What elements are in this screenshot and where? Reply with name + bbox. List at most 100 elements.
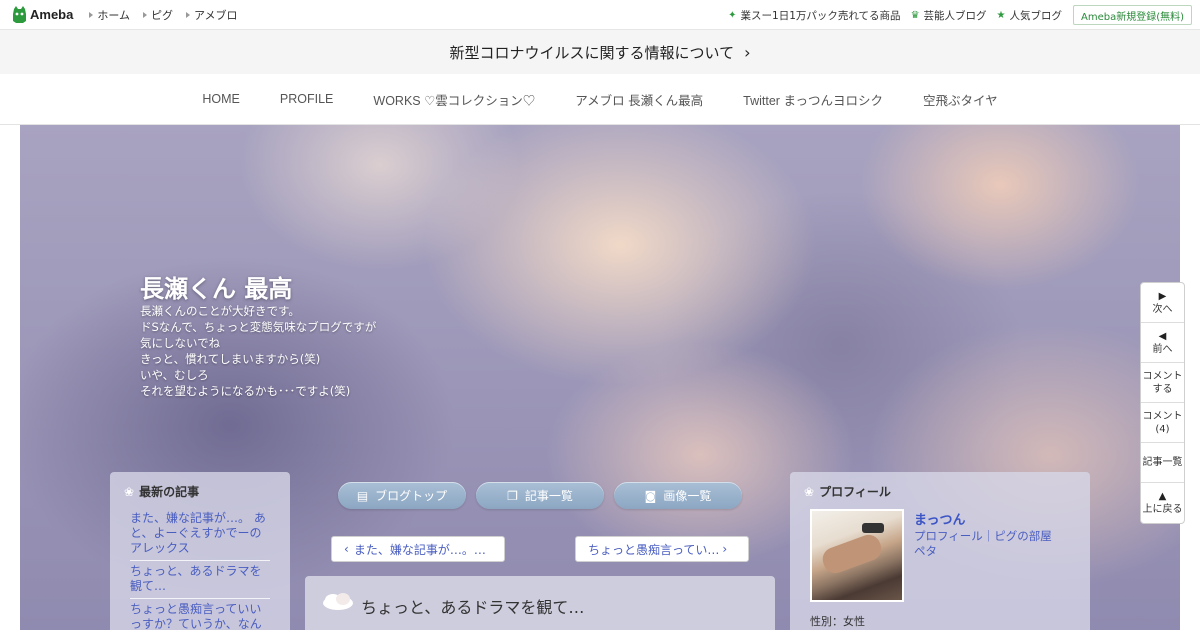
profile-name[interactable]: まっつん [914, 509, 965, 528]
nav-ameblo[interactable]: アメブロ 長瀬くん最高 [575, 90, 703, 109]
notice-text: 新型コロナウイルスに関する情報について [449, 43, 735, 62]
flower-icon: ❀ [124, 484, 135, 499]
profile-gender: 性別：女性 [810, 615, 865, 628]
blog-title[interactable]: 長瀬くん 最高 [140, 269, 292, 304]
prev-article-button[interactable]: ‹ また、嫌な記事が…。… [331, 536, 505, 562]
article-list-button[interactable]: 記事一覧 [1141, 443, 1184, 483]
tab-label: ブログトップ [375, 489, 448, 503]
document-icon: ▤ [356, 488, 369, 503]
chevron-left-icon: ‹ [344, 542, 349, 556]
cloud-icon [323, 593, 353, 610]
prev-post-button[interactable]: ◀ 前へ [1141, 323, 1184, 363]
blog-description: 長瀬くんのことが大好きです。 ドSなんで、ちょっと変態気味なブログですが 気にし… [140, 303, 376, 399]
top-nav-ameblo[interactable]: アメブロ [186, 7, 237, 23]
arrow-right-icon [89, 11, 94, 18]
tab-image-list[interactable]: ◙ 画像一覧 [614, 482, 742, 509]
avatar-photo-detail [819, 531, 885, 577]
chevron-right-icon: › [722, 542, 728, 556]
description-line: いや、むしろ [140, 368, 209, 382]
copy-icon: ❐ [507, 488, 518, 503]
tab-label: 画像一覧 [663, 489, 712, 503]
recent-post-item[interactable]: ちょっと愚痴言っていいっすか？ていうか、なん [130, 599, 270, 630]
top-link-label: 業スー1日1万パック売れてる商品 [740, 9, 901, 22]
play-left-icon: ◀ [1158, 330, 1167, 342]
next-post-button[interactable]: ▶ 次へ [1141, 283, 1184, 323]
blog-tabs: ▤ ブログトップ ❐ 記事一覧 ◙ 画像一覧 [338, 482, 752, 509]
profile-link[interactable]: プロフィール｜ピグの部屋 [914, 529, 1064, 544]
side-nav-label: 上に戻る [1142, 504, 1183, 515]
description-line: 長瀬くんのことが大好きです。 [140, 304, 300, 318]
article-title[interactable]: ちょっと、あるドラマを観て… [361, 594, 584, 618]
back-to-top-button[interactable]: ▲ 上に戻る [1141, 483, 1184, 523]
side-nav-label: 次へ [1152, 303, 1173, 315]
panel-heading-label: 最新の記事 [139, 485, 200, 499]
tab-article-list[interactable]: ❐ 記事一覧 [476, 482, 604, 509]
top-link-label: 人気ブログ [1009, 9, 1063, 22]
profile-avatar[interactable] [810, 509, 904, 602]
profile-panel: ❀ プロフィール まっつん プロフィール｜ピグの部屋 ペタ 性別：女性 [790, 472, 1090, 630]
side-nav-label: 前へ [1152, 343, 1173, 355]
floating-side-nav: ▶ 次へ ◀ 前へ コメント する コメント (4) 記事一覧 ▲ 上に戻る [1140, 282, 1185, 524]
top-nav-pigg[interactable]: ピグ [143, 7, 173, 23]
nav-works[interactable]: WORKS ♡雲コレクション♡ [373, 90, 535, 109]
side-nav-label: 記事一覧 [1142, 457, 1183, 468]
avatar-photo-detail [862, 523, 884, 533]
flower-icon: ❀ [804, 484, 815, 499]
top-nav-home[interactable]: ホーム [89, 7, 130, 23]
hero-edge [0, 125, 20, 630]
nav-profile[interactable]: PROFILE [280, 92, 334, 106]
top-nav-label: ホーム [97, 8, 131, 22]
chevron-right-icon: › [744, 42, 751, 62]
description-line: ドSなんで、ちょっと変態気味なブログですが [140, 320, 377, 334]
top-link-celebrity[interactable]: ♛ 芸能人ブログ [911, 8, 987, 23]
top-nav-label: ピグ [151, 8, 174, 22]
logo-text: Ameba [30, 7, 74, 22]
side-nav-label: コメント する [1142, 370, 1183, 395]
top-bar: Ameba ホーム ピグ アメブロ ✦ 業スー1日1万パック売れてる商品 ♛ 芸能人… [0, 0, 1200, 30]
nav-twitter[interactable]: Twitter まっつんヨロシク [743, 90, 883, 109]
covid-notice-link[interactable]: 新型コロナウイルスに関する情報について › [0, 30, 1200, 74]
top-nav-label: アメブロ [194, 8, 238, 22]
nav-home[interactable]: HOME [202, 92, 240, 106]
play-right-icon: ▶ [1158, 290, 1167, 302]
side-nav-label: コメント (4) [1142, 410, 1183, 435]
top-link-gyomu[interactable]: ✦ 業スー1日1万パック売れてる商品 [728, 8, 900, 23]
profile-links: プロフィール｜ピグの部屋 ペタ [914, 529, 1064, 559]
recent-posts-list: また、嫌な記事が…。 あと、よーぐえすかでーのアレックス ちょっと、あるドラマを… [130, 508, 270, 630]
article-card: ちょっと、あるドラマを観て… [305, 576, 775, 630]
comments-button[interactable]: コメント (4) [1141, 403, 1184, 443]
write-comment-button[interactable]: コメント する [1141, 363, 1184, 403]
main-nav: HOME PROFILE WORKS ♡雲コレクション♡ アメブロ 長瀬くん最高… [0, 74, 1200, 125]
description-line: 気にしないでね [140, 336, 221, 350]
next-article-button[interactable]: ちょっと愚痴言ってい… › [575, 536, 749, 562]
ameba-logo-icon [13, 6, 26, 23]
arrow-right-icon [143, 11, 148, 18]
peta-link[interactable]: ペタ [914, 544, 1064, 559]
recent-posts-heading: ❀ 最新の記事 [110, 472, 290, 500]
avatar-photo [812, 511, 902, 600]
register-button[interactable]: Ameba新規登録(無料) [1072, 5, 1192, 25]
ameba-logo[interactable]: Ameba [12, 6, 73, 23]
recent-post-item[interactable]: ちょっと、あるドラマを観て… [130, 561, 270, 599]
top-link-label: 芸能人ブログ [923, 9, 987, 22]
tab-blog-top[interactable]: ▤ ブログトップ [338, 482, 466, 509]
recent-post-item[interactable]: また、嫌な記事が…。 あと、よーぐえすかでーのアレックス [130, 508, 270, 561]
camera-icon: ◙ [644, 488, 657, 503]
nav-soratobu[interactable]: 空飛ぶタイヤ [923, 90, 998, 109]
arrow-right-icon [186, 11, 191, 18]
panel-heading-label: プロフィール [819, 485, 891, 499]
top-nav: ホーム ピグ アメブロ [89, 7, 250, 23]
description-line: きっと、慣れてしまいますから(笑) [140, 352, 321, 366]
crown-icon: ♛ [910, 9, 920, 21]
top-links: ✦ 業スー1日1万パック売れてる商品 ♛ 芸能人ブログ ★ 人気ブログ [718, 0, 1062, 30]
profile-heading: ❀ プロフィール [790, 472, 1090, 500]
description-line: それを望むようになるかも･･･ですよ(笑) [140, 384, 351, 398]
star-icon: ★ [996, 9, 1006, 21]
top-link-popular[interactable]: ★ 人気ブログ [997, 8, 1062, 23]
up-triangle-icon: ▲ [1158, 491, 1167, 502]
sparkle-icon: ✦ [728, 9, 737, 21]
pager-label: ちょっと愚痴言ってい… [588, 542, 720, 557]
pager-label: また、嫌な記事が…。… [353, 542, 486, 557]
recent-posts-panel: ❀ 最新の記事 また、嫌な記事が…。 あと、よーぐえすかでーのアレックス ちょっ… [110, 472, 290, 630]
hero-banner: 長瀬くん 最高 長瀬くんのことが大好きです。 ドSなんで、ちょっと変態気味なブロ… [0, 125, 1200, 630]
